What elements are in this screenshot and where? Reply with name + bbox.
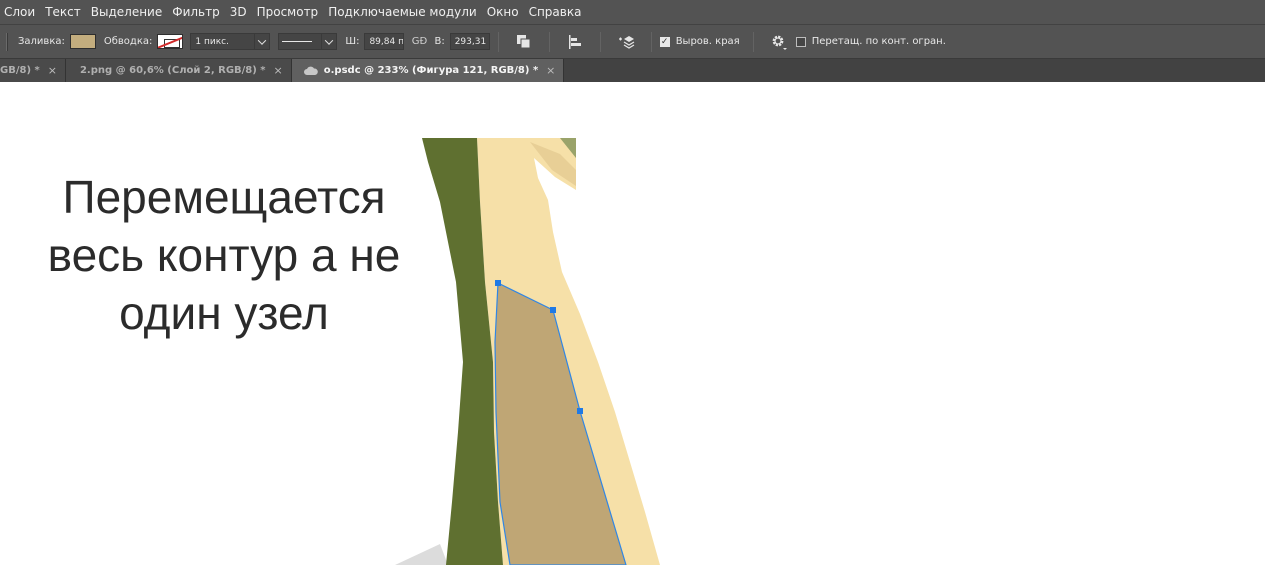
menu-plugins[interactable]: Подключаемые модули [323, 0, 482, 24]
menu-layers[interactable]: Слои [0, 0, 40, 24]
tab-title: GB/8) * [0, 65, 40, 76]
annotation-text: Перемещается весь контур а не один узел [47, 171, 401, 339]
menu-help[interactable]: Справка [524, 0, 587, 24]
menu-3d[interactable]: 3D [225, 0, 252, 24]
menu-window[interactable]: Окно [482, 0, 524, 24]
menu-bar: Слои Текст Выделение Фильтр 3D Просмотр … [0, 0, 1265, 24]
document-tab[interactable]: GB/8) * × [0, 59, 66, 82]
tab-title: o.psdc @ 233% (Фигура 121, RGB/8) * [323, 65, 539, 76]
options-separator [599, 31, 601, 52]
fill-label: Заливка: [18, 36, 65, 47]
stroke-color-swatch[interactable] [157, 34, 184, 49]
options-separator [548, 31, 550, 52]
height-field[interactable]: 293,31 г [449, 33, 490, 50]
stroke-type-dropdown[interactable] [278, 33, 323, 50]
gear-icon[interactable] [768, 32, 790, 52]
document-tab-active[interactable]: o.psdc @ 233% (Фигура 121, RGB/8) * × [291, 59, 565, 82]
menu-select[interactable]: Выделение [86, 0, 167, 24]
width-label: Ш: [345, 36, 360, 47]
anchor-point[interactable] [577, 408, 583, 414]
tab-title: 2.png @ 60,6% (Слой 2, RGB/8) * [79, 65, 266, 76]
close-icon[interactable]: × [274, 64, 283, 77]
path-operations-icon[interactable] [513, 32, 535, 52]
anchor-point[interactable] [550, 307, 556, 313]
menu-filter[interactable]: Фильтр [167, 0, 224, 24]
align-edges-checkbox[interactable]: ✓ [659, 36, 670, 47]
path-arrangement-icon[interactable] [615, 32, 637, 52]
cloud-icon [303, 66, 318, 75]
stroke-size-dropdown-button[interactable] [255, 33, 271, 50]
options-bar: Заливка: Обводка: 1 пикс. Ш: 89,84 пи GÐ… [0, 24, 1265, 59]
height-label: В: [434, 36, 445, 47]
width-field[interactable]: 89,84 пи [364, 33, 405, 50]
stroke-type-dropdown-button[interactable] [322, 33, 338, 50]
stroke-line-preview [282, 41, 313, 42]
path-alignment-icon[interactable] [564, 32, 586, 52]
options-bar-grip[interactable] [6, 32, 8, 51]
constrain-path-dragging-label: Перетащ. по конт. огран. [811, 36, 946, 47]
menu-view[interactable]: Просмотр [252, 0, 324, 24]
options-separator [497, 31, 499, 52]
constrain-path-dragging-checkbox[interactable] [795, 36, 806, 47]
menu-type[interactable]: Текст [40, 0, 86, 24]
close-icon[interactable]: × [48, 64, 57, 77]
options-separator [650, 31, 652, 52]
close-icon[interactable]: × [546, 64, 555, 77]
document-tab-bar: GB/8) * × 2.png @ 60,6% (Слой 2, RGB/8) … [0, 59, 1265, 82]
options-separator [752, 31, 754, 52]
link-dimensions-icon[interactable]: GÐ [411, 36, 428, 47]
document-tab[interactable]: 2.png @ 60,6% (Слой 2, RGB/8) * × [65, 59, 292, 82]
shadow-shape [395, 544, 448, 565]
stroke-size-field[interactable]: 1 пикс. [190, 33, 256, 50]
stroke-label: Обводка: [103, 36, 153, 47]
align-edges-label: Выров. края [675, 36, 740, 47]
fill-color-swatch[interactable] [69, 34, 96, 49]
document-canvas[interactable]: Перемещается весь контур а не один узел [0, 82, 1265, 565]
anchor-point[interactable] [495, 280, 501, 286]
